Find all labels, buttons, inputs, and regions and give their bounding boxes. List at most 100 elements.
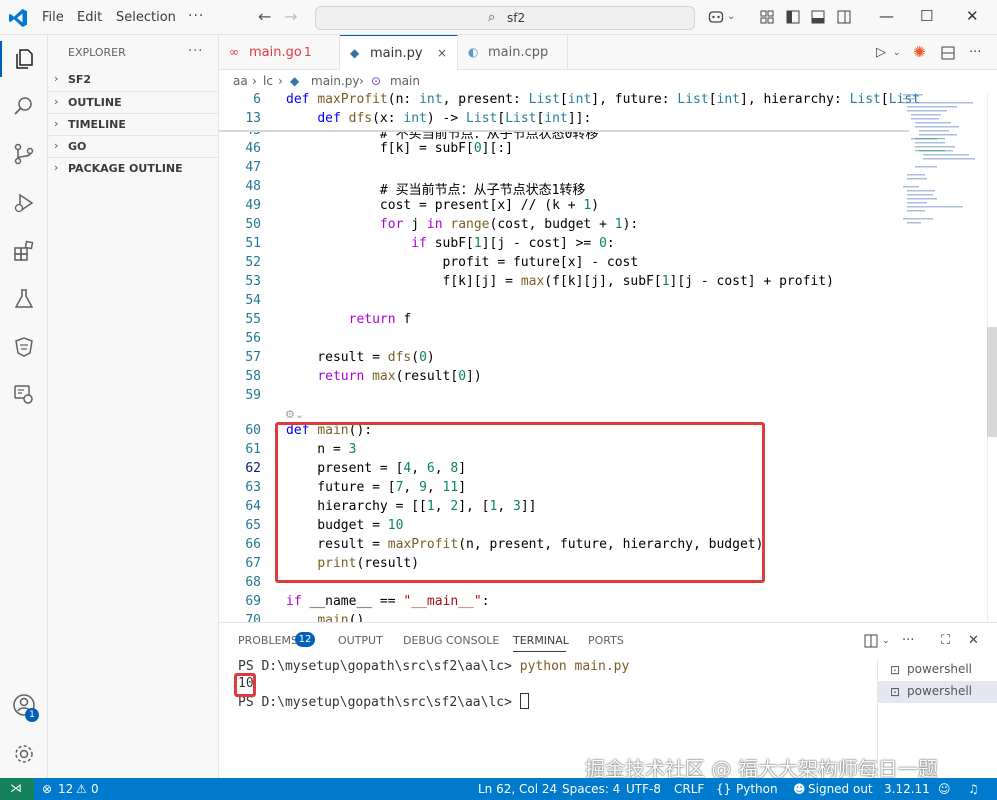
breadcrumb-item[interactable]: lc [263, 74, 273, 88]
remote-icon: ⋊ [10, 781, 22, 795]
language-braces-icon[interactable]: {} [716, 782, 731, 796]
breadcrumb-item[interactable]: aa [233, 74, 248, 88]
search-icon[interactable] [12, 94, 36, 118]
copilot-icon[interactable] [708, 9, 724, 25]
panel-tab-terminal[interactable]: TERMINAL [513, 634, 569, 647]
section-sf2[interactable]: › SF2 [48, 69, 218, 91]
code-line: 50 for j in range(cost, budget + 1): [219, 217, 899, 236]
terminal-instance[interactable]: ⊡ powershell [878, 659, 997, 681]
breadcrumb-item[interactable]: main.py [311, 74, 360, 88]
codelens-run-icon[interactable]: ⚙⌄ [285, 408, 304, 421]
encoding[interactable]: UTF-8 [626, 782, 661, 796]
python-file-icon: ◆ [350, 46, 360, 60]
warning-count[interactable]: 0 [91, 782, 99, 796]
section-go[interactable]: › GO [48, 135, 218, 157]
chevron-right-icon: › [54, 95, 59, 108]
customize-layout-icon[interactable] [759, 9, 775, 25]
warning-icon[interactable]: ⚠ [76, 782, 87, 796]
close-panel-icon[interactable]: ✕ [968, 633, 979, 648]
status-bar: ⋊ ⊗ 12 ⚠ 0 Ln 62, Col 24 Spaces: 4 UTF-8… [0, 778, 997, 800]
terminal-chevron-icon[interactable]: ⌄ [882, 636, 890, 646]
minimap[interactable] [899, 92, 987, 622]
go-extension-icon[interactable] [12, 335, 36, 359]
menu-more-button[interactable]: ··· [188, 8, 204, 24]
terminal-line: PS D:\mysetup\gopath\src\sf2\aa\lc> [238, 693, 529, 710]
panel-tab-debug-console[interactable]: DEBUG CONSOLE [403, 634, 499, 647]
section-package-outline[interactable]: › PACKAGE OUTLINE [48, 157, 218, 179]
tab-main-go[interactable]: ∞ main.go 1 [219, 35, 340, 70]
close-icon[interactable]: ✕ [966, 7, 979, 25]
split-editor-icon[interactable] [941, 46, 955, 60]
line-number: 67 [245, 556, 261, 571]
breadcrumb-item[interactable]: main [390, 74, 420, 88]
maximize-icon[interactable]: ☐ [920, 7, 933, 25]
section-timeline[interactable]: › TIMELINE [48, 113, 218, 135]
chevron-right-icon: › [278, 74, 283, 88]
copilot-chevron-icon[interactable]: ⌄ [727, 11, 735, 22]
panel-tab-problems[interactable]: PROBLEMS [238, 634, 298, 647]
sticky-scroll-line[interactable]: 6 def maxProfit(n: int, present: List[int… [219, 92, 920, 111]
remote-explorer-icon[interactable] [12, 383, 36, 407]
editor-more-button[interactable]: ··· [969, 45, 981, 60]
code-text: for j in range(cost, budget + 1): [379, 217, 639, 232]
line-number: 57 [245, 350, 261, 365]
section-label: SF2 [68, 73, 92, 86]
explorer-more-button[interactable]: ··· [188, 44, 203, 59]
source-control-icon[interactable] [12, 142, 36, 166]
code-line: 49 cost = present[x] // (k + 1) [219, 198, 899, 217]
section-outline[interactable]: › OUTLINE [48, 91, 218, 113]
vertical-scrollbar-thumb[interactable] [987, 327, 997, 437]
menu-file[interactable]: File [42, 10, 64, 25]
extensions-icon[interactable] [12, 239, 36, 263]
code-line: 59 [219, 388, 899, 407]
chevron-right-icon: › [54, 72, 59, 85]
error-count[interactable]: 12 [58, 782, 73, 796]
line-number: 48 [245, 179, 261, 194]
section-label: TIMELINE [68, 118, 126, 131]
language-mode[interactable]: Python [736, 782, 778, 796]
menu-edit[interactable]: Edit [77, 10, 102, 25]
claude-icon[interactable]: ✺ [913, 43, 926, 61]
panel-tab-output[interactable]: OUTPUT [338, 634, 383, 647]
python-version[interactable]: 3.12.11 [884, 782, 930, 796]
error-icon[interactable]: ⊗ [42, 782, 52, 796]
chevron-right-icon: › [54, 161, 59, 174]
feedback-icon[interactable]: ☺ [938, 782, 951, 796]
gear-icon[interactable] [12, 742, 36, 766]
sticky-scroll-line[interactable]: 13 def dfs(x: int) -> List[List[int]]: [219, 111, 909, 130]
bell-icon[interactable]: ♫ [968, 782, 979, 796]
terminal-cursor [519, 693, 529, 709]
testing-flask-icon[interactable] [12, 287, 36, 311]
active-indicator [0, 41, 2, 77]
tab-main-cpp[interactable]: ◐ main.cpp [458, 35, 568, 70]
split-terminal-icon[interactable] [864, 634, 878, 648]
toggle-panel-icon[interactable] [810, 9, 826, 25]
command-center-search[interactable]: ⌕ sf2 [315, 6, 695, 30]
cursor-position[interactable]: Ln 62, Col 24 [478, 782, 557, 796]
remote-indicator[interactable]: ⋊ [0, 778, 34, 800]
terminal-instance-active[interactable]: ⊡ powershell [878, 681, 997, 703]
copilot-icon[interactable]: ☻ [793, 782, 806, 796]
panel-more-button[interactable]: ··· [902, 633, 914, 648]
back-arrow-icon[interactable]: ← [258, 7, 271, 26]
account-status[interactable]: Signed out [808, 782, 873, 796]
indentation[interactable]: Spaces: 4 [562, 782, 620, 796]
menu-selection[interactable]: Selection [116, 10, 176, 25]
run-file-icon[interactable]: ▷ [876, 45, 886, 60]
toggle-secondary-sidebar-icon[interactable] [836, 9, 852, 25]
panel-tab-ports[interactable]: PORTS [588, 634, 624, 647]
minimize-icon[interactable]: — [879, 7, 894, 25]
tab-main-py[interactable]: ◆ main.py × [340, 35, 458, 71]
line-number: 56 [245, 331, 261, 346]
code-editor[interactable]: 43 # 不买当前节点：从子节点状态0转移 46 f[k] = subF[0][… [219, 92, 997, 622]
explorer-title: EXPLORER [68, 46, 126, 59]
explorer-icon[interactable] [12, 47, 36, 71]
run-chevron-icon[interactable]: ⌄ [893, 48, 901, 58]
line-number: 63 [245, 480, 261, 495]
run-debug-icon[interactable] [12, 191, 36, 215]
forward-arrow-icon[interactable]: → [284, 7, 297, 26]
tab-close-icon[interactable]: × [437, 46, 447, 60]
end-of-line[interactable]: CRLF [674, 782, 704, 796]
maximize-panel-icon[interactable]: ⛶ [941, 633, 950, 648]
toggle-sidebar-icon[interactable] [785, 9, 801, 25]
